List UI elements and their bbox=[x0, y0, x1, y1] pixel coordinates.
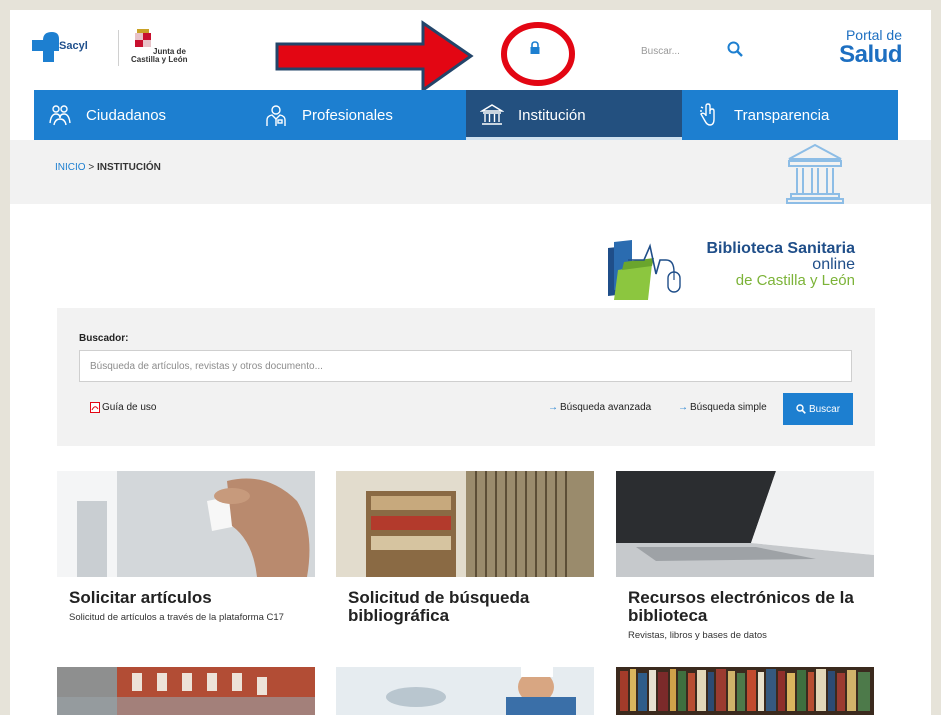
guide-link[interactable]: Guía de uso bbox=[90, 402, 156, 413]
card-description: Revistas, libros y bases de datos bbox=[628, 630, 767, 641]
guide-label: Guía de uso bbox=[102, 402, 157, 413]
search-label: Buscador: bbox=[79, 333, 129, 344]
card-description: Solicitud de artículos a través de la pl… bbox=[69, 612, 284, 623]
biblioteca-title: Biblioteca Sanitaria bbox=[706, 240, 856, 257]
nav-item-ciudadanos[interactable]: Ciudadanos bbox=[34, 90, 250, 140]
nav-item-institucion[interactable]: Institución bbox=[466, 90, 682, 140]
jcyl-line2: Castilla y León bbox=[131, 55, 188, 64]
card-title: Solicitud de búsqueda bibliográfica bbox=[348, 588, 530, 625]
portal-logo-line1[interactable]: Portal de bbox=[836, 28, 902, 42]
jcyl-logo-text: Junta de Castilla y León bbox=[131, 48, 211, 64]
breadcrumb-home[interactable]: INICIO bbox=[55, 162, 86, 173]
biblioteca-online: online bbox=[812, 256, 855, 273]
card-image-doctor[interactable] bbox=[336, 667, 594, 715]
search-icon bbox=[796, 404, 806, 414]
logo-divider bbox=[118, 30, 119, 66]
card-title: Solicitar artículos bbox=[69, 588, 212, 607]
advanced-search-link[interactable]: → Búsqueda avanzada bbox=[548, 402, 651, 413]
institution-icon bbox=[786, 143, 844, 204]
arrow-right-icon: → bbox=[678, 402, 688, 413]
biblioteca-region: de Castilla y León bbox=[735, 272, 855, 289]
card-recursos-electronicos[interactable]: Recursos electrónicos de la biblioteca R… bbox=[616, 471, 874, 642]
search-icon[interactable] bbox=[726, 40, 744, 58]
annotation-arrow-icon bbox=[275, 20, 474, 93]
sacyl-logo-text: Sacyl bbox=[59, 40, 88, 52]
simple-search-link[interactable]: → Búsqueda simple bbox=[678, 402, 767, 413]
card-solicitar-articulos[interactable]: Solicitar artículos Solicitud de artícul… bbox=[57, 471, 315, 624]
card-title: Recursos electrónicos de la biblioteca bbox=[628, 588, 854, 625]
simple-search-label: Búsqueda simple bbox=[690, 402, 767, 413]
card-image bbox=[57, 471, 315, 577]
nav-label: Ciudadanos bbox=[86, 106, 167, 124]
search-button-label: Buscar bbox=[808, 403, 841, 415]
nav-item-transparencia[interactable]: Transparencia bbox=[682, 90, 898, 140]
nav-label: Profesionales bbox=[302, 106, 393, 124]
arrow-right-icon: → bbox=[548, 402, 558, 413]
lock-icon[interactable] bbox=[528, 40, 542, 56]
hand-icon bbox=[700, 103, 715, 126]
people-icon bbox=[49, 105, 71, 126]
search-input[interactable] bbox=[79, 350, 852, 382]
nav-item-profesionales[interactable]: Profesionales bbox=[250, 90, 466, 140]
card-image bbox=[336, 471, 594, 577]
header-search-input[interactable]: Buscar... bbox=[641, 46, 680, 57]
site-header: Sacyl Junta de Castilla y León Buscar...… bbox=[10, 10, 931, 93]
pdf-icon bbox=[90, 402, 100, 413]
nav-label: Transparencia bbox=[734, 106, 830, 124]
card-image bbox=[616, 471, 874, 577]
biblioteca-logo-icon[interactable] bbox=[604, 234, 696, 300]
portal-logo-line2[interactable]: Salud bbox=[818, 41, 902, 69]
advanced-search-label: Búsqueda avanzada bbox=[560, 402, 652, 413]
building-icon bbox=[480, 104, 504, 125]
breadcrumb-separator: > bbox=[88, 162, 95, 173]
search-button[interactable]: Buscar bbox=[783, 393, 853, 425]
card-image-books[interactable] bbox=[616, 667, 874, 715]
breadcrumb-current: INSTITUCIÓN bbox=[96, 162, 161, 173]
breadcrumb: INICIO > INSTITUCIÓN bbox=[55, 162, 161, 173]
card-image-building[interactable] bbox=[57, 667, 315, 715]
page: Sacyl Junta de Castilla y León Buscar...… bbox=[10, 10, 931, 715]
doctor-icon bbox=[266, 105, 286, 126]
main-nav: Ciudadanos Profesionales Institución Tra… bbox=[34, 90, 898, 140]
card-solicitud-busqueda[interactable]: Solicitud de búsqueda bibliográfica bbox=[336, 471, 594, 630]
nav-label: Institución bbox=[518, 106, 586, 124]
